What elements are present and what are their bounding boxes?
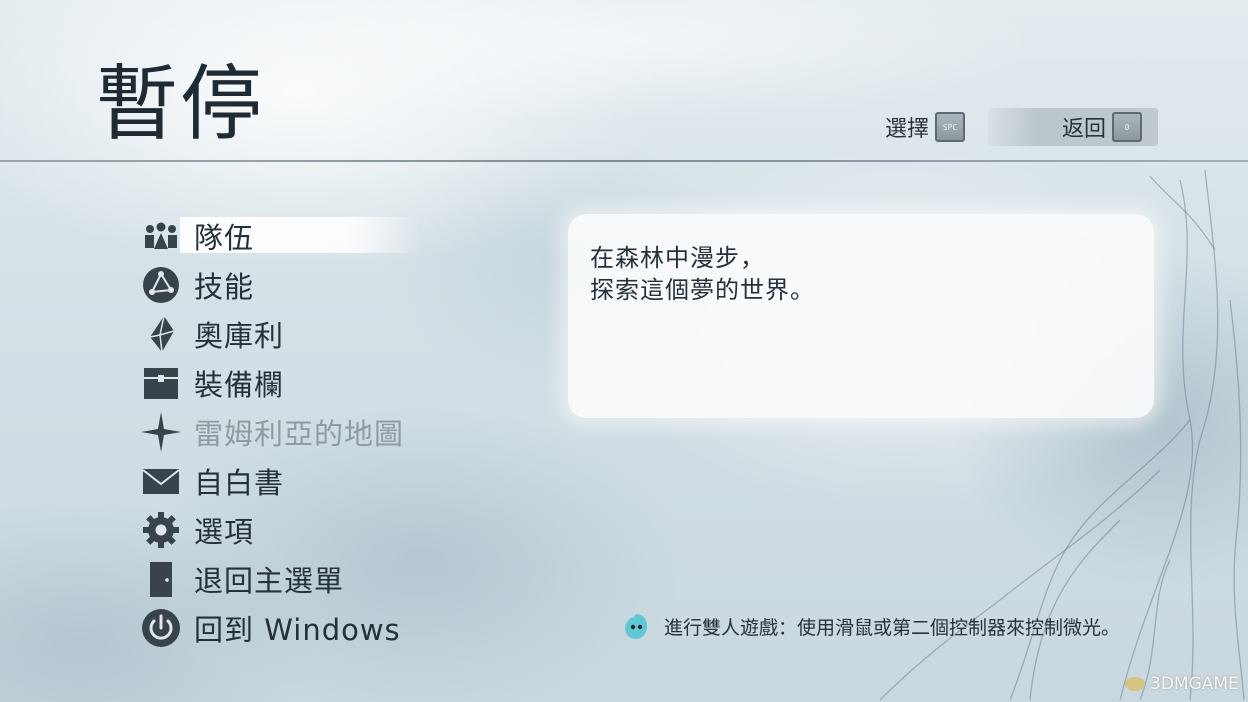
zero-key-icon: 0: [1112, 112, 1143, 142]
menu-item-label: 選項: [194, 514, 255, 549]
map-star-icon: [140, 411, 182, 453]
watermark-logo-icon: [1125, 677, 1145, 691]
wisp-icon: [625, 614, 648, 639]
watermark: 3DMGAME: [1124, 674, 1239, 694]
menu-item-label: 自白書: [194, 465, 285, 500]
back-button[interactable]: 返回 0: [1062, 111, 1143, 143]
watermark-text: 3DMGAME: [1150, 674, 1239, 694]
menu-item-options[interactable]: 選項: [140, 505, 430, 554]
description-line-1: 在森林中漫步，: [590, 244, 765, 272]
menu-item-lemuria-map[interactable]: 雷姆利亞的地圖: [140, 407, 430, 456]
menu-item-label: 退回主選單: [194, 563, 345, 598]
menu-item-label: 技能: [194, 269, 255, 304]
coop-hint: 進行雙人遊戲：使用滑鼠或第二個控制器來控制微光。: [622, 612, 1120, 640]
menu-item-label: 裝備欄: [194, 367, 285, 402]
skills-icon: [140, 264, 182, 306]
menu-item-label: 雷姆利亞的地圖: [194, 416, 405, 451]
menu-item-party[interactable]: 隊伍: [140, 211, 430, 260]
menu-item-confessions[interactable]: 自白書: [140, 456, 430, 505]
menu-item-oculi[interactable]: 奧庫利: [140, 309, 430, 358]
coop-hint-text: 進行雙人遊戲：使用滑鼠或第二個控制器來控制微光。: [664, 616, 1121, 639]
menu-item-skills[interactable]: 技能: [140, 260, 430, 309]
description-line-2: 探索這個夢的世界。: [590, 276, 815, 304]
envelope-icon: [140, 460, 182, 502]
select-hint: 選擇 SPC: [885, 111, 966, 143]
select-hint-label: 選擇: [885, 117, 930, 142]
power-icon: [140, 607, 182, 649]
space-key-icon: SPC: [935, 112, 966, 142]
menu-item-label: 隊伍: [194, 220, 255, 255]
pause-menu: 隊伍 技能 奧庫利 裝備欄 雷姆利亞的地圖 自白書 選項 退回主選單 回到 Wi…: [140, 211, 430, 652]
menu-item-inventory[interactable]: 裝備欄: [140, 358, 430, 407]
door-icon: [140, 558, 182, 600]
page-title: 暫停: [96, 57, 265, 152]
party-icon: [140, 215, 182, 257]
gear-icon: [140, 509, 182, 551]
description-panel: 在森林中漫步， 探索這個夢的世界。: [568, 214, 1154, 418]
header-divider: [0, 160, 1248, 162]
menu-item-label: 奧庫利: [194, 318, 285, 353]
menu-item-label: 回到 Windows: [194, 612, 401, 647]
inventory-chest-icon: [140, 362, 182, 404]
oculi-crystal-icon: [140, 313, 182, 355]
menu-item-quit-to-windows[interactable]: 回到 Windows: [140, 603, 430, 652]
menu-item-main-menu[interactable]: 退回主選單: [140, 554, 430, 603]
back-button-label: 返回: [1062, 117, 1107, 142]
